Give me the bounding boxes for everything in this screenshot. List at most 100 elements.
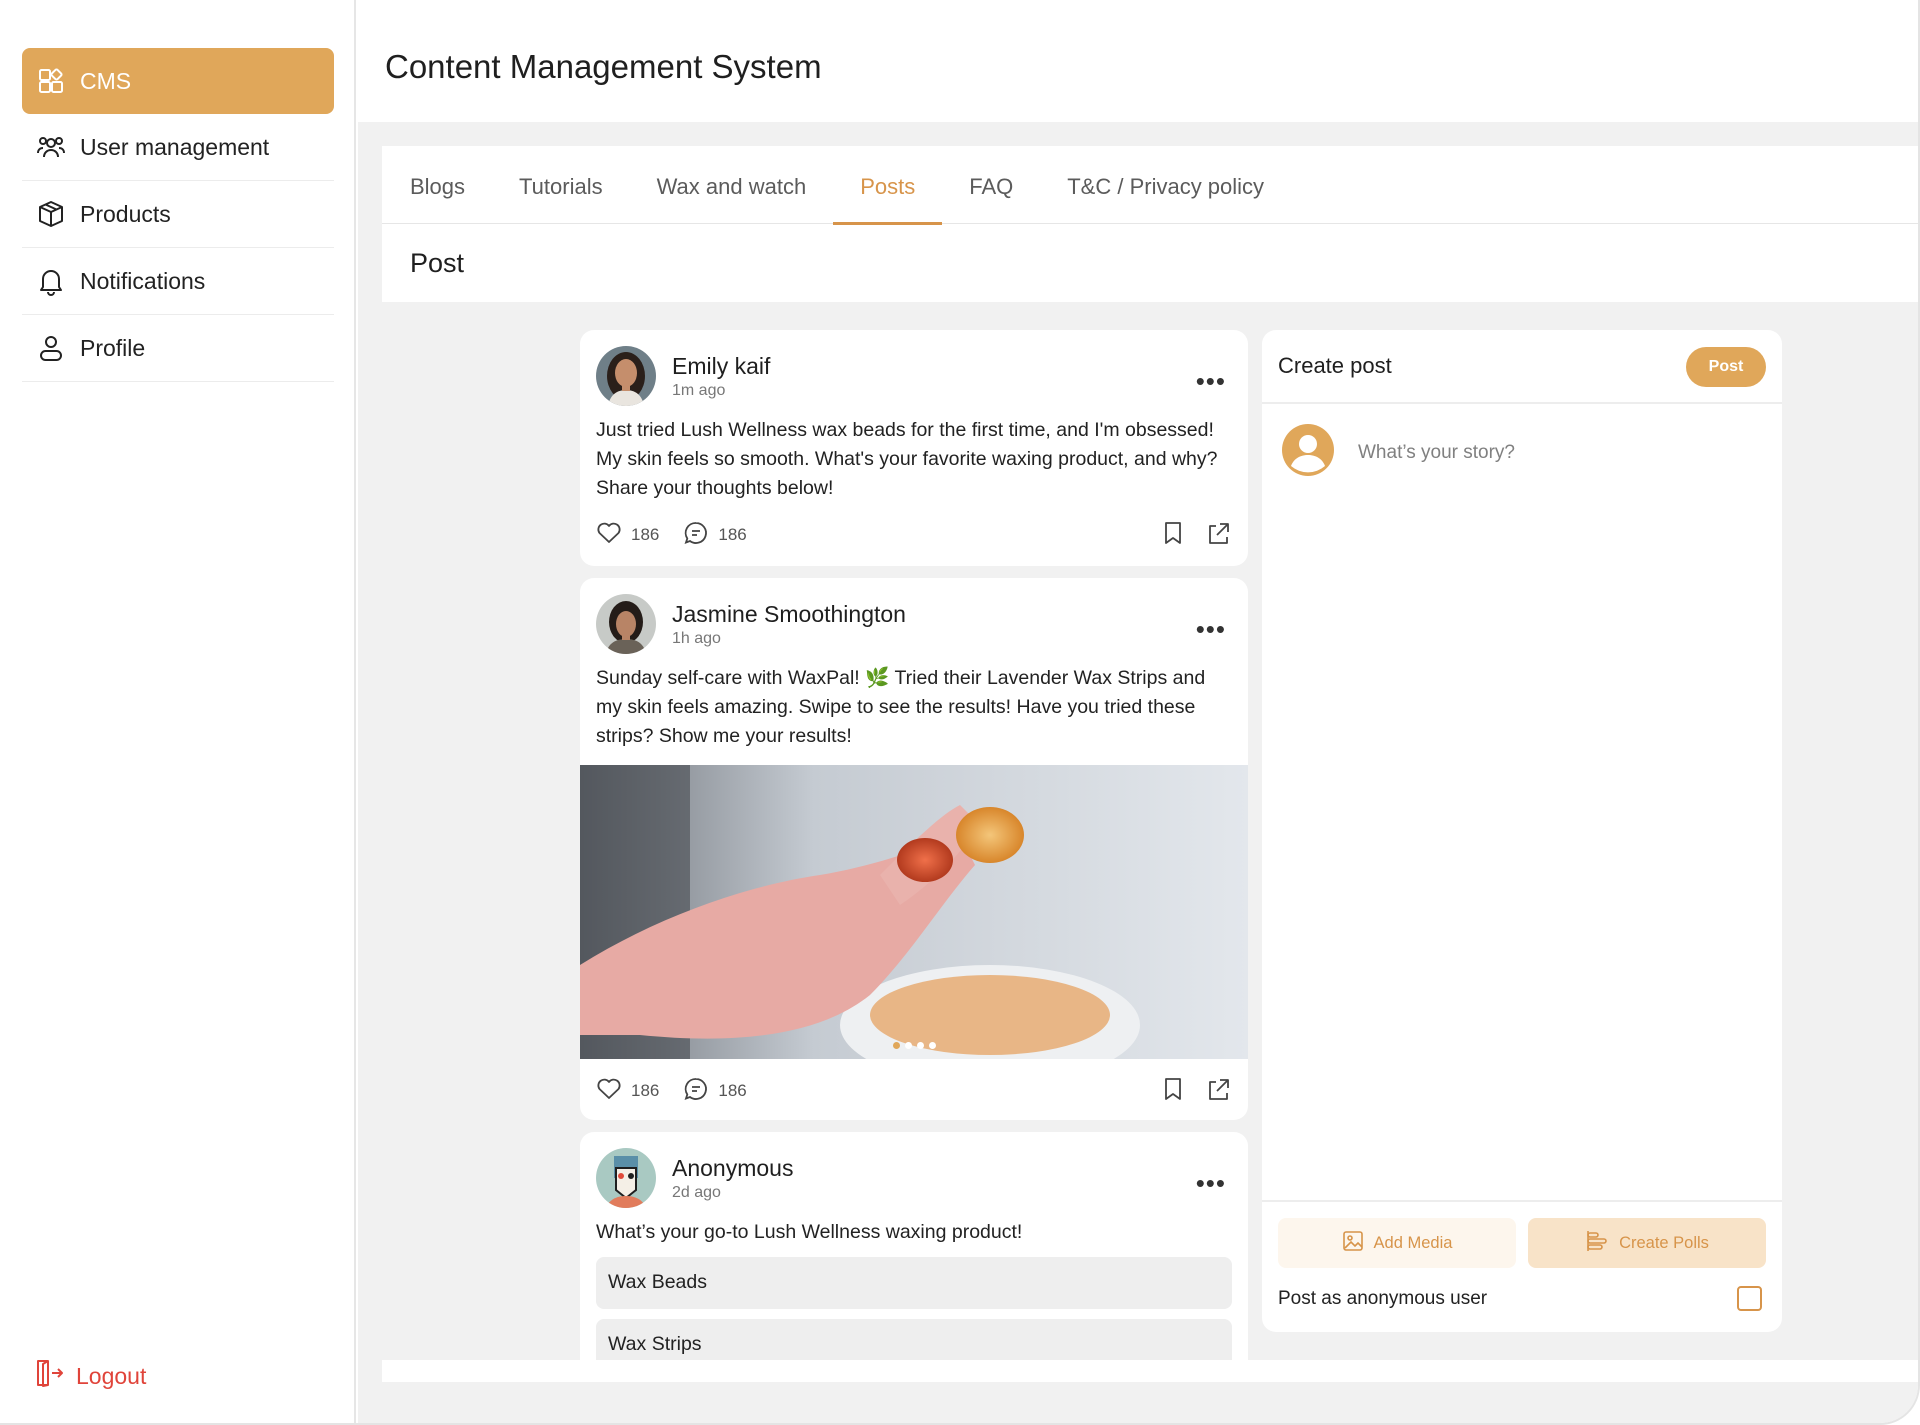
anonymous-row: Post as anonymous user: [1262, 1268, 1782, 1311]
sidebar-item-profile[interactable]: Profile: [22, 315, 334, 382]
sidebar-item-label: CMS: [80, 67, 132, 94]
post-author: Anonymous 2d ago: [672, 1155, 793, 1202]
post-time: 2d ago: [672, 1183, 721, 1201]
add-media-label: Add Media: [1373, 1233, 1453, 1252]
add-media-button[interactable]: Add Media: [1278, 1218, 1516, 1268]
heart-icon: [596, 1077, 622, 1106]
section-title: Post: [410, 248, 465, 278]
tab-faq[interactable]: FAQ: [942, 146, 1040, 224]
post-time: 1h ago: [672, 629, 721, 647]
post-actions: 186 186: [580, 503, 1248, 567]
post-button[interactable]: Post: [1686, 347, 1766, 387]
bookmark-icon[interactable]: [1162, 520, 1184, 551]
create-post-footer: Add Media Create Polls Post as anonymous…: [1262, 1200, 1782, 1332]
user-avatar-icon: [1282, 424, 1334, 481]
tab-privacy-policy[interactable]: T&C / Privacy policy: [1040, 146, 1291, 224]
comment-icon: [683, 1076, 709, 1107]
tab-tutorials[interactable]: Tutorials: [492, 146, 630, 224]
sidebar-item-label: Notifications: [80, 267, 206, 294]
sidebar-item-user-management[interactable]: User management: [22, 114, 334, 181]
create-polls-button[interactable]: Create Polls: [1528, 1218, 1766, 1268]
comment-button[interactable]: 186: [683, 1076, 747, 1107]
tab-wax-and-watch[interactable]: Wax and watch: [630, 146, 834, 224]
anonymous-label: Post as anonymous user: [1278, 1288, 1488, 1309]
author-name[interactable]: Anonymous: [672, 1155, 793, 1182]
post-author: Emily kaif 1m ago: [672, 353, 770, 400]
avatar[interactable]: [596, 1148, 656, 1208]
app-window: CMS User management Products Notificatio…: [0, 0, 1920, 1425]
tab-blogs[interactable]: Blogs: [410, 146, 492, 224]
more-options-icon[interactable]: •••: [1196, 1168, 1226, 1199]
post-header: Jasmine Smoothington 1h ago: [580, 578, 1248, 654]
sidebar-item-label: Profile: [80, 334, 146, 361]
post-time: 1m ago: [672, 381, 726, 399]
post-header: Emily kaif 1m ago: [580, 330, 1248, 406]
carousel-indicator[interactable]: [580, 1042, 1248, 1049]
like-count: 186: [631, 525, 660, 544]
tab-bar: Blogs Tutorials Wax and watch Posts FAQ …: [382, 146, 1918, 225]
create-polls-label: Create Polls: [1619, 1233, 1709, 1252]
poll-option[interactable]: Wax Strips: [596, 1319, 1232, 1360]
post-feed: Emily kaif 1m ago ••• Just tried Lush We…: [580, 330, 1248, 1360]
post-actions-right: [1162, 1076, 1232, 1107]
sidebar-item-label: User management: [80, 133, 270, 160]
comment-button[interactable]: 186: [683, 520, 747, 551]
tool-row: Add Media Create Polls: [1262, 1202, 1782, 1268]
grid-icon: [36, 66, 66, 96]
sidebar-nav: CMS User management Products Notificatio…: [22, 48, 334, 382]
users-icon: [36, 132, 66, 162]
comment-count: 186: [718, 525, 747, 544]
bookmark-icon[interactable]: [1162, 1076, 1184, 1107]
more-options-icon[interactable]: •••: [1196, 366, 1226, 397]
logout-label: Logout: [76, 1362, 147, 1389]
composer[interactable]: What’s your story?: [1262, 404, 1782, 501]
user-icon: [36, 333, 66, 363]
tabs-panel: Blogs Tutorials Wax and watch Posts FAQ …: [382, 146, 1918, 302]
like-button[interactable]: 186: [596, 1077, 659, 1106]
carousel-dot[interactable]: [904, 1042, 912, 1049]
carousel-dot[interactable]: [892, 1042, 900, 1049]
create-post-header: Create post Post: [1262, 330, 1782, 404]
post-text: Just tried Lush Wellness wax beads for t…: [596, 419, 1218, 499]
feed-footer: [382, 1360, 1918, 1382]
create-post-panel: Create post Post What’s your story? Add …: [1262, 330, 1782, 1332]
share-icon[interactable]: [1206, 1076, 1232, 1107]
comment-icon: [683, 520, 709, 551]
poll-option[interactable]: Wax Beads: [596, 1257, 1232, 1309]
sidebar-item-cms[interactable]: CMS: [22, 48, 334, 114]
more-options-icon[interactable]: •••: [1196, 614, 1226, 645]
post-author: Jasmine Smoothington 1h ago: [672, 601, 906, 648]
avatar[interactable]: [596, 594, 656, 654]
post-card: Emily kaif 1m ago ••• Just tried Lush We…: [580, 330, 1248, 566]
image-icon: [1342, 1230, 1364, 1257]
sidebar-item-label: Products: [80, 200, 171, 227]
like-button[interactable]: 186: [596, 521, 659, 550]
author-name[interactable]: Jasmine Smoothington: [672, 601, 906, 628]
post-actions: 186 186: [580, 1059, 1248, 1123]
post-actions-right: [1162, 520, 1232, 551]
carousel-dot[interactable]: [916, 1042, 924, 1049]
logout-button[interactable]: Logout: [34, 1358, 146, 1394]
page-title: Content Management System: [385, 48, 822, 85]
avatar[interactable]: [596, 346, 656, 406]
story-input[interactable]: What’s your story?: [1358, 442, 1515, 464]
poll-icon: [1585, 1229, 1609, 1258]
sidebar-item-notifications[interactable]: Notifications: [22, 248, 334, 315]
tab-posts[interactable]: Posts: [833, 146, 943, 225]
comment-count: 186: [718, 1081, 747, 1100]
post-header: Anonymous 2d ago: [580, 1132, 1248, 1208]
post-text: What’s your go-to Lush Wellness waxing p…: [596, 1221, 1023, 1243]
post-card: Jasmine Smoothington 1h ago ••• Sunday s…: [580, 578, 1248, 1120]
post-image[interactable]: [580, 765, 1248, 1059]
like-count: 186: [631, 1081, 660, 1100]
create-post-title: Create post: [1278, 353, 1392, 378]
sidebar-item-products[interactable]: Products: [22, 181, 334, 248]
carousel-dot[interactable]: [928, 1042, 936, 1049]
author-name[interactable]: Emily kaif: [672, 353, 770, 380]
share-icon[interactable]: [1206, 520, 1232, 551]
post-text: Sunday self-care with WaxPal! 🌿 Tried th…: [596, 667, 1206, 747]
logout-icon: [34, 1358, 64, 1394]
anonymous-checkbox[interactable]: [1737, 1286, 1762, 1311]
heart-icon: [596, 521, 622, 550]
post-card: Anonymous 2d ago ••• What’s your go-to L…: [580, 1132, 1248, 1360]
